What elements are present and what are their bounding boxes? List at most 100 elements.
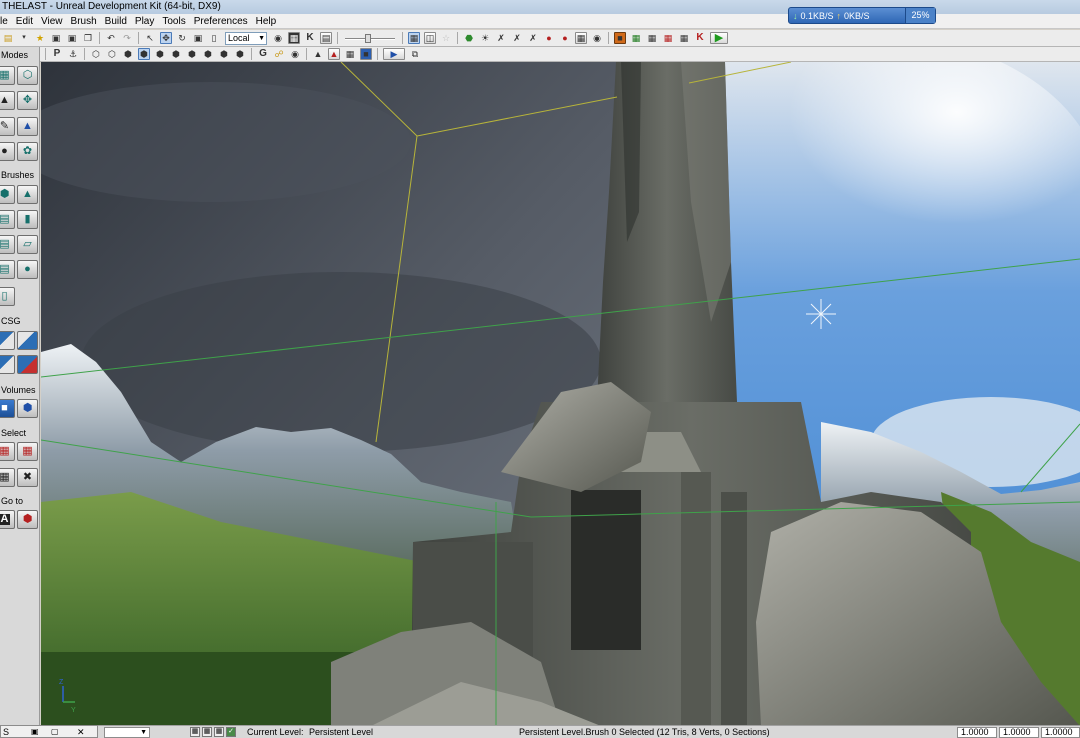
undo-icon[interactable]: ↶ — [105, 32, 117, 44]
menu-file[interactable]: le — [0, 14, 12, 29]
lighting-quality-icon[interactable]: ● — [543, 32, 555, 44]
play-on-pc-icon[interactable]: ▦ — [630, 32, 642, 44]
globe-icon[interactable]: ◉ — [591, 32, 603, 44]
build-cover-icon[interactable]: ✗ — [511, 32, 523, 44]
save-current-level-icon[interactable]: ▣ — [66, 32, 78, 44]
foliage-mode-button[interactable]: ✿ — [17, 142, 38, 161]
volume-shape-button[interactable]: ⬢ — [17, 399, 38, 418]
play-in-viewport-small-icon[interactable]: ▶ — [383, 48, 405, 60]
drag-grid-icon[interactable]: ▦ — [408, 32, 420, 44]
transform-space-dropdown[interactable]: Local ▼ — [225, 31, 267, 45]
light-complexity-icon[interactable]: ⬢ — [186, 48, 198, 60]
build-geometry-icon[interactable]: ⬣ — [463, 32, 475, 44]
build-paths-icon[interactable]: ✗ — [495, 32, 507, 44]
spiral-stair-brush-button[interactable]: ▤ — [0, 260, 15, 279]
menu-build[interactable]: Build — [101, 14, 131, 29]
deselect-button[interactable]: ✖ — [17, 468, 38, 487]
lighting-only-icon[interactable]: ⬢ — [170, 48, 182, 60]
slider-thumb[interactable] — [365, 33, 371, 43]
select-cursor-icon[interactable]: ↖ — [144, 32, 156, 44]
save-all-icon[interactable]: ❐ — [82, 32, 94, 44]
terrain-mode-button[interactable]: ▲ — [0, 91, 15, 110]
map-check-icon[interactable]: ▦ — [575, 32, 587, 44]
volumetric-brush-button[interactable]: ▯ — [0, 287, 15, 306]
csg-deintersect-button[interactable] — [17, 355, 38, 374]
favorite-star-icon[interactable]: ★ — [34, 32, 46, 44]
save-icon[interactable]: ▣ — [50, 32, 62, 44]
linear-stair-brush-button[interactable]: ▤ — [0, 235, 15, 254]
scale-y-field[interactable]: 1.0000 — [999, 727, 1039, 738]
binoculars-search-icon[interactable]: ◉ — [272, 32, 284, 44]
content-browser-icon[interactable]: ▦ — [288, 32, 300, 44]
maximize-icon[interactable]: ▢ — [51, 726, 59, 738]
perspective-viewport[interactable]: Y Z — [41, 62, 1080, 726]
level-dropdown[interactable]: ▼ — [104, 727, 150, 738]
csg-add-button[interactable] — [0, 331, 15, 350]
build-all-icon[interactable]: ✗ — [527, 32, 539, 44]
menu-edit[interactable]: Edit — [12, 14, 37, 29]
csg-subtract-button[interactable] — [17, 331, 38, 350]
play-in-editor-icon[interactable]: ■ — [614, 32, 626, 44]
level-browser-icon[interactable]: ▦ — [190, 727, 200, 737]
menu-help[interactable]: Help — [252, 14, 281, 29]
menu-brush[interactable]: Brush — [67, 14, 101, 29]
lock-icon[interactable]: ☍ — [273, 48, 285, 60]
landscape-mode-button[interactable]: ● — [0, 142, 15, 161]
csg-intersect-button[interactable] — [0, 355, 15, 374]
sphere-brush-button[interactable]: ● — [17, 260, 38, 279]
cone-brush-button[interactable]: ▲ — [17, 185, 38, 204]
level-visibility-icon[interactable]: ▦ — [214, 727, 224, 737]
scale-mode-icon[interactable]: ▣ — [192, 32, 204, 44]
goto-actor-button[interactable]: A — [0, 510, 15, 529]
curved-stair-brush-button[interactable]: ▤ — [0, 210, 15, 229]
play-in-viewport-icon[interactable]: ▶ — [710, 32, 728, 44]
perspective-button[interactable]: P — [51, 48, 63, 60]
game-view-button[interactable]: G — [257, 48, 269, 60]
menu-preferences[interactable]: Preferences — [190, 14, 252, 29]
detail-lighting-icon[interactable]: ⬢ — [154, 48, 166, 60]
rotation-grid-icon[interactable]: ◫ — [424, 32, 436, 44]
add-volume-button[interactable]: ■ — [0, 399, 15, 418]
kismet-button[interactable]: K — [304, 32, 316, 44]
select-inside-button[interactable]: ▦ — [17, 442, 38, 461]
nonuniform-scale-icon[interactable]: ▯ — [208, 32, 220, 44]
rotate-mode-icon[interactable]: ↻ — [176, 32, 188, 44]
wireframe-icon[interactable]: ⬡ — [106, 48, 118, 60]
camera-mode-button[interactable]: ▦ — [0, 66, 15, 85]
menu-play[interactable]: Play — [131, 14, 158, 29]
invert-selection-button[interactable]: ▦ — [0, 468, 15, 487]
stats-icon[interactable]: ▦ — [344, 48, 356, 60]
redo-icon[interactable]: ↷ — [121, 32, 133, 44]
snap-star-icon[interactable]: ☆ — [440, 32, 452, 44]
eye-icon[interactable]: ◉ — [289, 48, 301, 60]
swarm-icon[interactable]: ● — [559, 32, 571, 44]
close-icon[interactable]: ✕ — [77, 726, 85, 738]
goto-builder-brush-button[interactable]: ⬢ — [17, 510, 38, 529]
package-icon[interactable]: ▦ — [678, 32, 690, 44]
camera-actor-icon[interactable]: ▲ — [312, 48, 324, 60]
record-icon[interactable]: ▦ — [662, 32, 674, 44]
mesh-paint-button[interactable]: ▲ — [17, 117, 38, 136]
shader-complexity-icon[interactable]: ⬢ — [218, 48, 230, 60]
kismet-debug-button[interactable]: K — [694, 32, 706, 44]
movie-icon[interactable]: ■ — [360, 48, 372, 60]
console-icon[interactable]: ▦ — [646, 32, 658, 44]
taskbar-window-tab[interactable]: S ▣ ▢ ✕ — [0, 725, 98, 738]
matinee-icon[interactable]: ▤ — [320, 32, 332, 44]
viewport-options-icon[interactable]: ⚓ — [67, 48, 79, 60]
select-all-button[interactable]: ▦ — [0, 442, 15, 461]
sheet-brush-button[interactable]: ▱ — [17, 235, 38, 254]
camera-speed-slider[interactable] — [345, 33, 395, 44]
unlit-icon[interactable]: ⬢ — [122, 48, 134, 60]
texture-density-icon[interactable]: ⬢ — [202, 48, 214, 60]
build-lighting-icon[interactable]: ☀ — [479, 32, 491, 44]
cylinder-brush-button[interactable]: ▮ — [17, 210, 38, 229]
open-folder-icon[interactable]: ▤ — [2, 32, 14, 44]
brush-wireframe-icon[interactable]: ⬡ — [90, 48, 102, 60]
level-lock-icon[interactable]: ▦ — [202, 727, 212, 737]
move-mode-button[interactable]: ✥ — [17, 91, 38, 110]
menu-view[interactable]: View — [37, 14, 67, 29]
geometry-mode-button[interactable]: ⬡ — [17, 66, 38, 85]
realtime-icon[interactable]: ▲ — [328, 48, 340, 60]
lightmap-density-icon[interactable]: ⬢ — [234, 48, 246, 60]
